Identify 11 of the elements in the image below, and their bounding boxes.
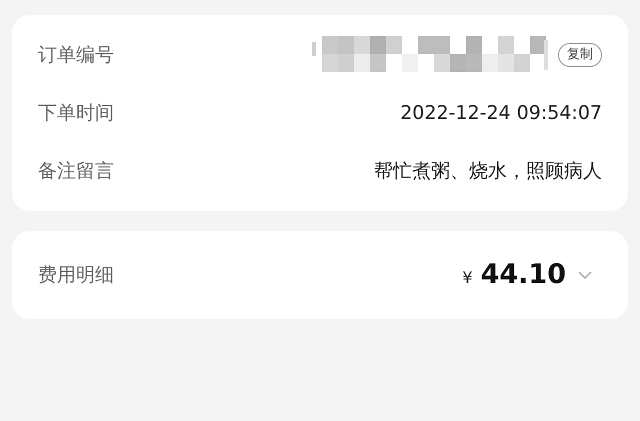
- copy-button[interactable]: 复制: [558, 43, 602, 67]
- cost-label: 费用明细: [38, 262, 114, 288]
- cost-amount: 44.10: [480, 258, 566, 292]
- field-label: 备注留言: [38, 158, 114, 184]
- field-value: 帮忙煮粥、烧水，照顾病人: [374, 158, 602, 184]
- cost-card[interactable]: 费用明细 ¥ 44.10: [12, 231, 628, 319]
- field-label: 订单编号: [38, 42, 114, 68]
- field-value: 2022-12-24 09:54:07: [400, 100, 602, 126]
- currency-symbol: ¥: [462, 266, 473, 289]
- field-label: 下单时间: [38, 100, 114, 126]
- chevron-down-icon: [578, 271, 592, 279]
